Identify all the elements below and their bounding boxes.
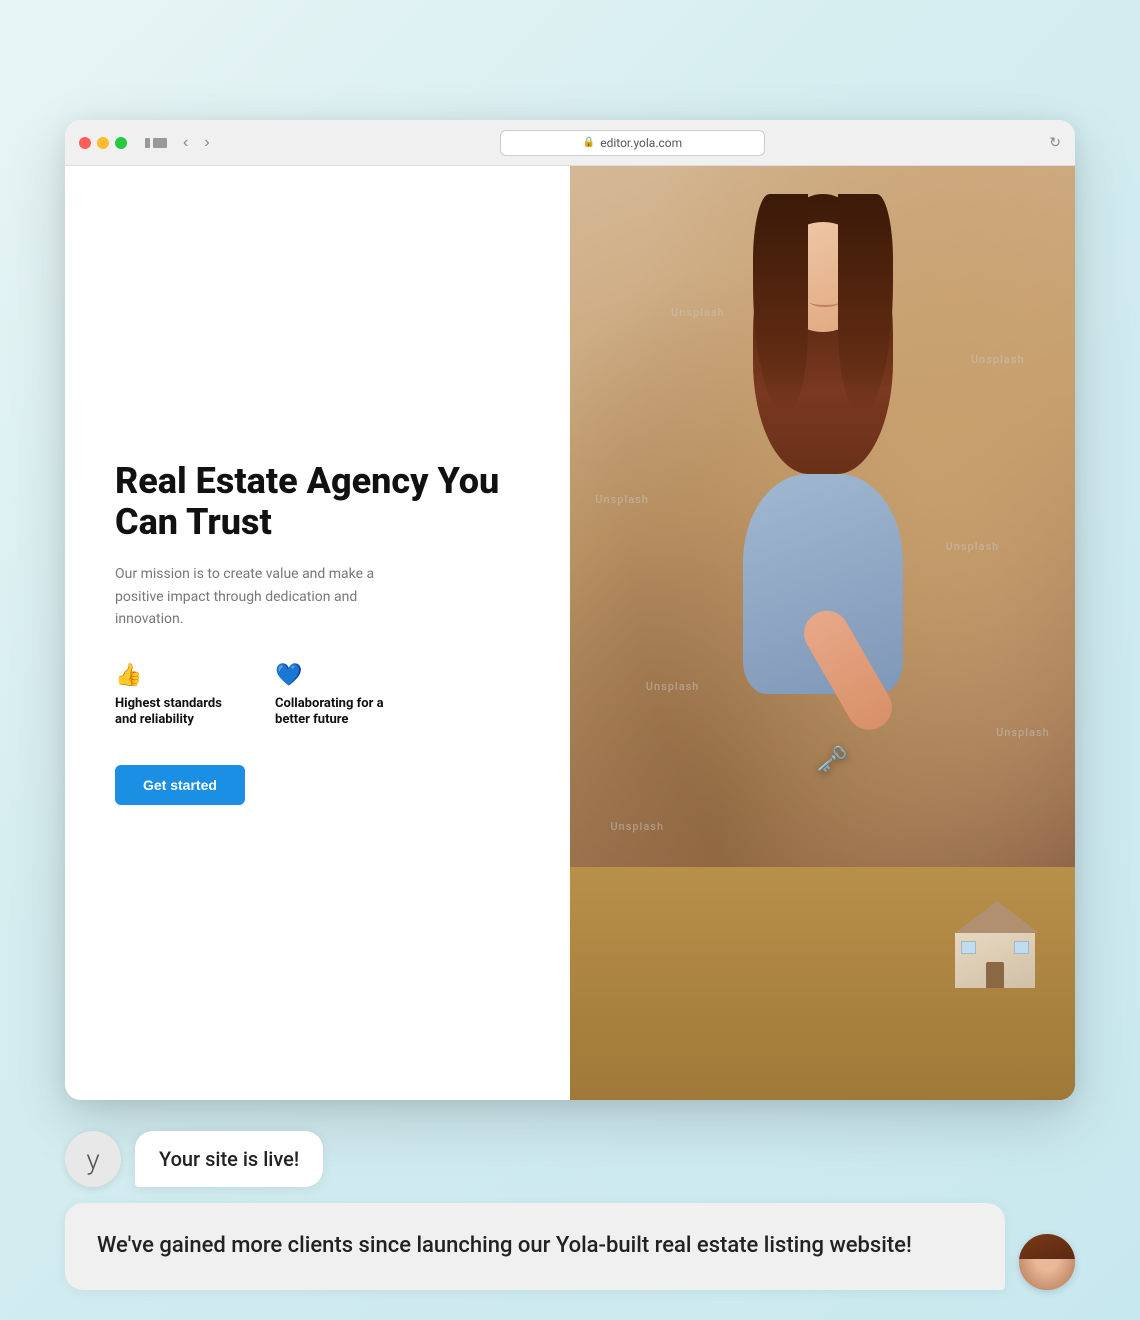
chat-bubble-2: We've gained more clients since launchin… [65,1203,1005,1290]
watermark-7: Unsplash [610,820,664,833]
browser-toolbar: ‹ › 🔒 editor.yola.com ↻ [65,120,1075,166]
chat-bubble-1: Your site is live! [135,1131,323,1187]
watermark-3: Unsplash [595,493,649,506]
close-button[interactable] [79,137,91,149]
browser-window: ‹ › 🔒 editor.yola.com ↻ Real Estate Agen… [65,120,1075,1100]
browser-content: Real Estate Agency You Can Trust Our mis… [65,166,1075,1100]
heart-icon: 💙 [275,663,395,688]
url-text: editor.yola.com [600,136,682,150]
feature-label-2: Collaborating for a better future [275,696,395,730]
chat-section: y Your site is live! We've gained more c… [65,1131,1075,1290]
traffic-lights [79,137,127,149]
forward-button[interactable]: › [198,132,215,154]
watermark-4: Unsplash [946,540,1000,553]
feature-item-1: 👍 Highest standards and reliability [115,663,235,730]
feature-item-2: 💙 Collaborating for a better future [275,663,395,730]
chat-text-2: We've gained more clients since launchin… [97,1233,912,1258]
chat-text-1: Your site is live! [159,1147,299,1171]
content-left: Real Estate Agency You Can Trust Our mis… [65,166,570,1100]
hero-title: Real Estate Agency You Can Trust [115,461,520,544]
refresh-button[interactable]: ↻ [1049,134,1061,151]
sidebar-toggle[interactable] [145,138,167,148]
feature-label-1: Highest standards and reliability [115,696,235,730]
watermark-6: Unsplash [996,726,1050,739]
thumbsup-icon: 👍 [115,663,235,688]
content-right: 🗝️ [570,166,1075,1100]
hero-description: Our mission is to create value and make … [115,563,395,630]
watermark-1: Unsplash [671,306,725,319]
address-bar[interactable]: 🔒 editor.yola.com [500,130,766,156]
chat-message-1: y Your site is live! [65,1131,1075,1187]
watermark-2: Unsplash [971,353,1025,366]
yola-avatar: y [65,1131,121,1187]
user-avatar [1019,1234,1075,1290]
cta-button[interactable]: Get started [115,765,245,805]
minimize-button[interactable] [97,137,109,149]
hero-image: 🗝️ [570,166,1075,1100]
nav-buttons: ‹ › [177,132,216,154]
back-button[interactable]: ‹ [177,132,194,154]
watermark-5: Unsplash [646,680,700,693]
maximize-button[interactable] [115,137,127,149]
chat-message-2: We've gained more clients since launchin… [65,1203,1075,1290]
lock-icon: 🔒 [583,137,595,148]
features-row: 👍 Highest standards and reliability 💙 Co… [115,663,520,730]
